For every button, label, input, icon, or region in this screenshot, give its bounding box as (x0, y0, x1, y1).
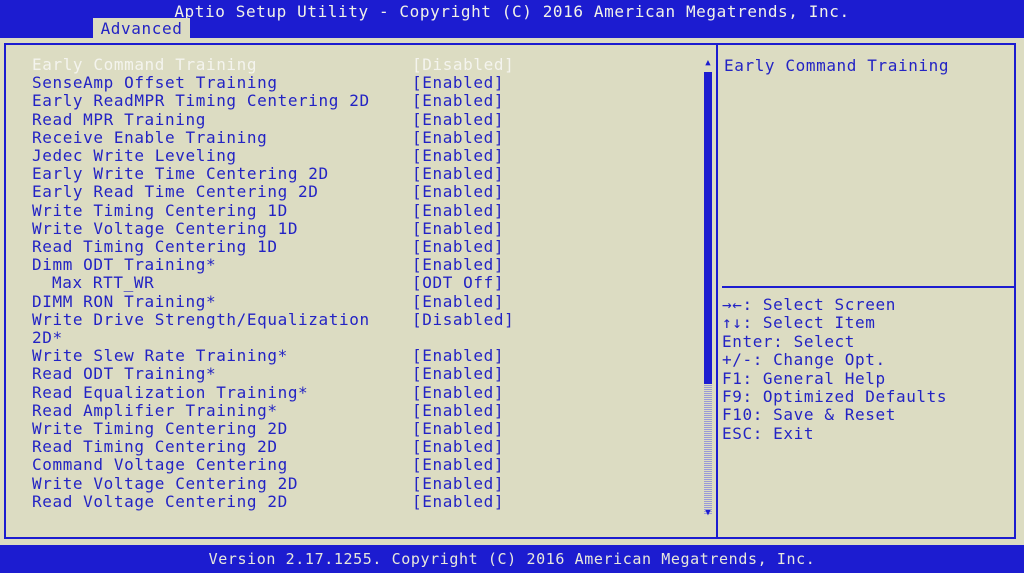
setting-row[interactable]: Write Timing Centering 2D [Enabled] (32, 419, 712, 439)
key-legend: →←: Select Screen ↑↓: Select Item Enter: S… (722, 295, 948, 443)
setting-row[interactable]: Read MPR Training [Enabled] (32, 109, 712, 129)
setting-value[interactable]: [ODT Off] (412, 274, 504, 292)
setting-value[interactable]: [Enabled] (412, 165, 504, 183)
key-hint: ↑↓: Select Item (722, 313, 876, 333)
setting-row[interactable]: Max RTT_WR [ODT Off] (32, 274, 712, 292)
setting-value[interactable]: [Disabled] (412, 310, 514, 329)
scroll-up-icon[interactable]: ▲ (703, 58, 713, 68)
setting-label: Jedec Write Leveling (32, 146, 237, 166)
setting-row[interactable]: Read Amplifier Training* [Enabled] (32, 400, 712, 420)
setting-row[interactable]: Write Voltage Centering 2D [Enabled] (32, 473, 712, 493)
setting-label: Read Equalization Training* (32, 382, 309, 402)
setting-value[interactable]: [Enabled] (412, 456, 504, 474)
setting-value[interactable]: [Enabled] (412, 492, 504, 511)
setting-label: Early Command Training (32, 55, 258, 74)
setting-label: Write Slew Rate Training* (32, 346, 288, 366)
setting-row[interactable]: Read Timing Centering 1D [Enabled] (32, 237, 712, 257)
setting-value[interactable]: [Enabled] (412, 201, 504, 220)
setting-label: Write Drive Strength/Equalization 2D* (32, 309, 370, 348)
footer-version: Version 2.17.1255. Copyright (C) 2016 Am… (0, 545, 1024, 571)
setting-label: Write Timing Centering 2D (32, 419, 288, 439)
setting-row[interactable]: Dimm ODT Training* [Enabled] (32, 256, 712, 274)
setting-value[interactable]: [Enabled] (412, 365, 504, 383)
setting-value[interactable]: [Enabled] (412, 92, 504, 110)
setting-label: Max RTT_WR (52, 273, 155, 293)
setting-value[interactable]: [Enabled] (412, 474, 504, 493)
setting-label: Early Read Time Centering 2D (32, 182, 319, 202)
setting-value[interactable]: [Enabled] (412, 237, 504, 256)
setting-label: Write Timing Centering 1D (32, 200, 288, 220)
key-hint: Enter: Select (722, 331, 856, 351)
tab-advanced[interactable]: Advanced (93, 18, 190, 40)
scrollbar-thumb[interactable] (704, 72, 712, 384)
setting-row[interactable]: Read Voltage Centering 2D [Enabled] (32, 491, 712, 511)
key-hint: F9: Optimized Defaults (722, 387, 948, 407)
setting-label: Command Voltage Centering (32, 455, 288, 475)
setting-label: Early Write Time Centering 2D (32, 164, 329, 184)
setting-label: Read Timing Centering 2D (32, 437, 278, 457)
setting-label: Read Timing Centering 1D (32, 237, 278, 257)
setting-label: Early ReadMPR Timing Centering 2D (32, 91, 370, 111)
setting-label: DIMM RON Training* (32, 291, 217, 311)
setting-row[interactable]: Early Command Training [Disabled] (32, 55, 712, 74)
setting-row[interactable]: Command Voltage Centering [Enabled] (32, 456, 712, 474)
setting-row[interactable]: Read ODT Training* [Enabled] (32, 365, 712, 383)
setting-value[interactable]: [Enabled] (412, 383, 504, 402)
setting-label: Write Voltage Centering 2D (32, 473, 299, 493)
setting-value[interactable]: [Enabled] (412, 401, 504, 420)
scrollbar[interactable]: ▲ ▼ (703, 58, 713, 518)
setting-label: Read Amplifier Training* (32, 400, 278, 420)
setting-row[interactable]: Write Timing Centering 1D [Enabled] (32, 200, 712, 220)
scroll-down-icon[interactable]: ▼ (703, 508, 713, 518)
setting-row[interactable]: Jedec Write Leveling [Enabled] (32, 146, 712, 166)
setting-value[interactable]: [Disabled] (412, 55, 514, 74)
setting-label: Read Voltage Centering 2D (32, 491, 288, 511)
setting-row[interactable]: Early Read Time Centering 2D [Enabled] (32, 183, 712, 201)
setting-row[interactable]: DIMM RON Training* [Enabled] (32, 291, 712, 311)
setting-row[interactable]: Read Equalization Training* [Enabled] (32, 382, 712, 402)
key-hint: ESC: Exit (722, 423, 815, 443)
setting-value[interactable]: [Enabled] (412, 146, 504, 165)
setting-value[interactable]: [Enabled] (412, 219, 504, 238)
setting-row[interactable]: SenseAmp Offset Training [Enabled] (32, 74, 712, 92)
setting-value[interactable]: [Enabled] (412, 256, 504, 274)
setting-value[interactable]: [Enabled] (412, 74, 504, 92)
setting-value[interactable]: [Enabled] (412, 128, 504, 147)
setting-label: Receive Enable Training (32, 127, 268, 147)
setting-value[interactable]: [Enabled] (412, 292, 504, 311)
setting-value[interactable]: [Enabled] (412, 110, 504, 129)
key-hint: +/-: Change Opt. (722, 350, 886, 370)
setting-label: Read MPR Training (32, 109, 206, 129)
panel-divider (716, 43, 718, 539)
setting-row[interactable]: Write Voltage Centering 1D [Enabled] (32, 218, 712, 238)
key-hint: F10: Save & Reset (722, 405, 896, 425)
setting-row[interactable]: Receive Enable Training [Enabled] (32, 127, 712, 147)
setting-value[interactable]: [Enabled] (412, 438, 504, 456)
setting-value[interactable]: [Enabled] (412, 347, 504, 365)
setting-row[interactable]: Early Write Time Centering 2D [Enabled] (32, 165, 712, 183)
setting-label: Dimm ODT Training* (32, 255, 217, 275)
setting-label: SenseAmp Offset Training (32, 73, 278, 93)
main-panel: Early Command Training [Disabled] SenseAmp… (0, 38, 1024, 545)
help-divider (722, 286, 1014, 288)
help-text: Early Command Training (724, 56, 950, 75)
setting-row[interactable]: Write Slew Rate Training* [Enabled] (32, 347, 712, 365)
setting-row[interactable]: Early ReadMPR Timing Centering 2D [Enable… (32, 92, 712, 110)
scrollbar-track[interactable] (704, 384, 712, 514)
setting-value[interactable]: [Enabled] (412, 183, 504, 201)
setting-value[interactable]: [Enabled] (412, 419, 504, 438)
setting-label: Write Voltage Centering 1D (32, 218, 299, 238)
settings-list: Early Command Training [Disabled] SenseAmp… (32, 55, 712, 511)
key-hint: →←: Select Screen (722, 295, 896, 314)
title-bar: Aptio Setup Utility - Copyright (C) 2016… (0, 0, 1024, 40)
setting-row[interactable]: Read Timing Centering 2D [Enabled] (32, 438, 712, 456)
setting-row[interactable]: Write Drive Strength/Equalization 2D* [Di… (32, 309, 712, 348)
setting-label: Read ODT Training* (32, 364, 217, 384)
key-hint: F1: General Help (722, 368, 886, 388)
